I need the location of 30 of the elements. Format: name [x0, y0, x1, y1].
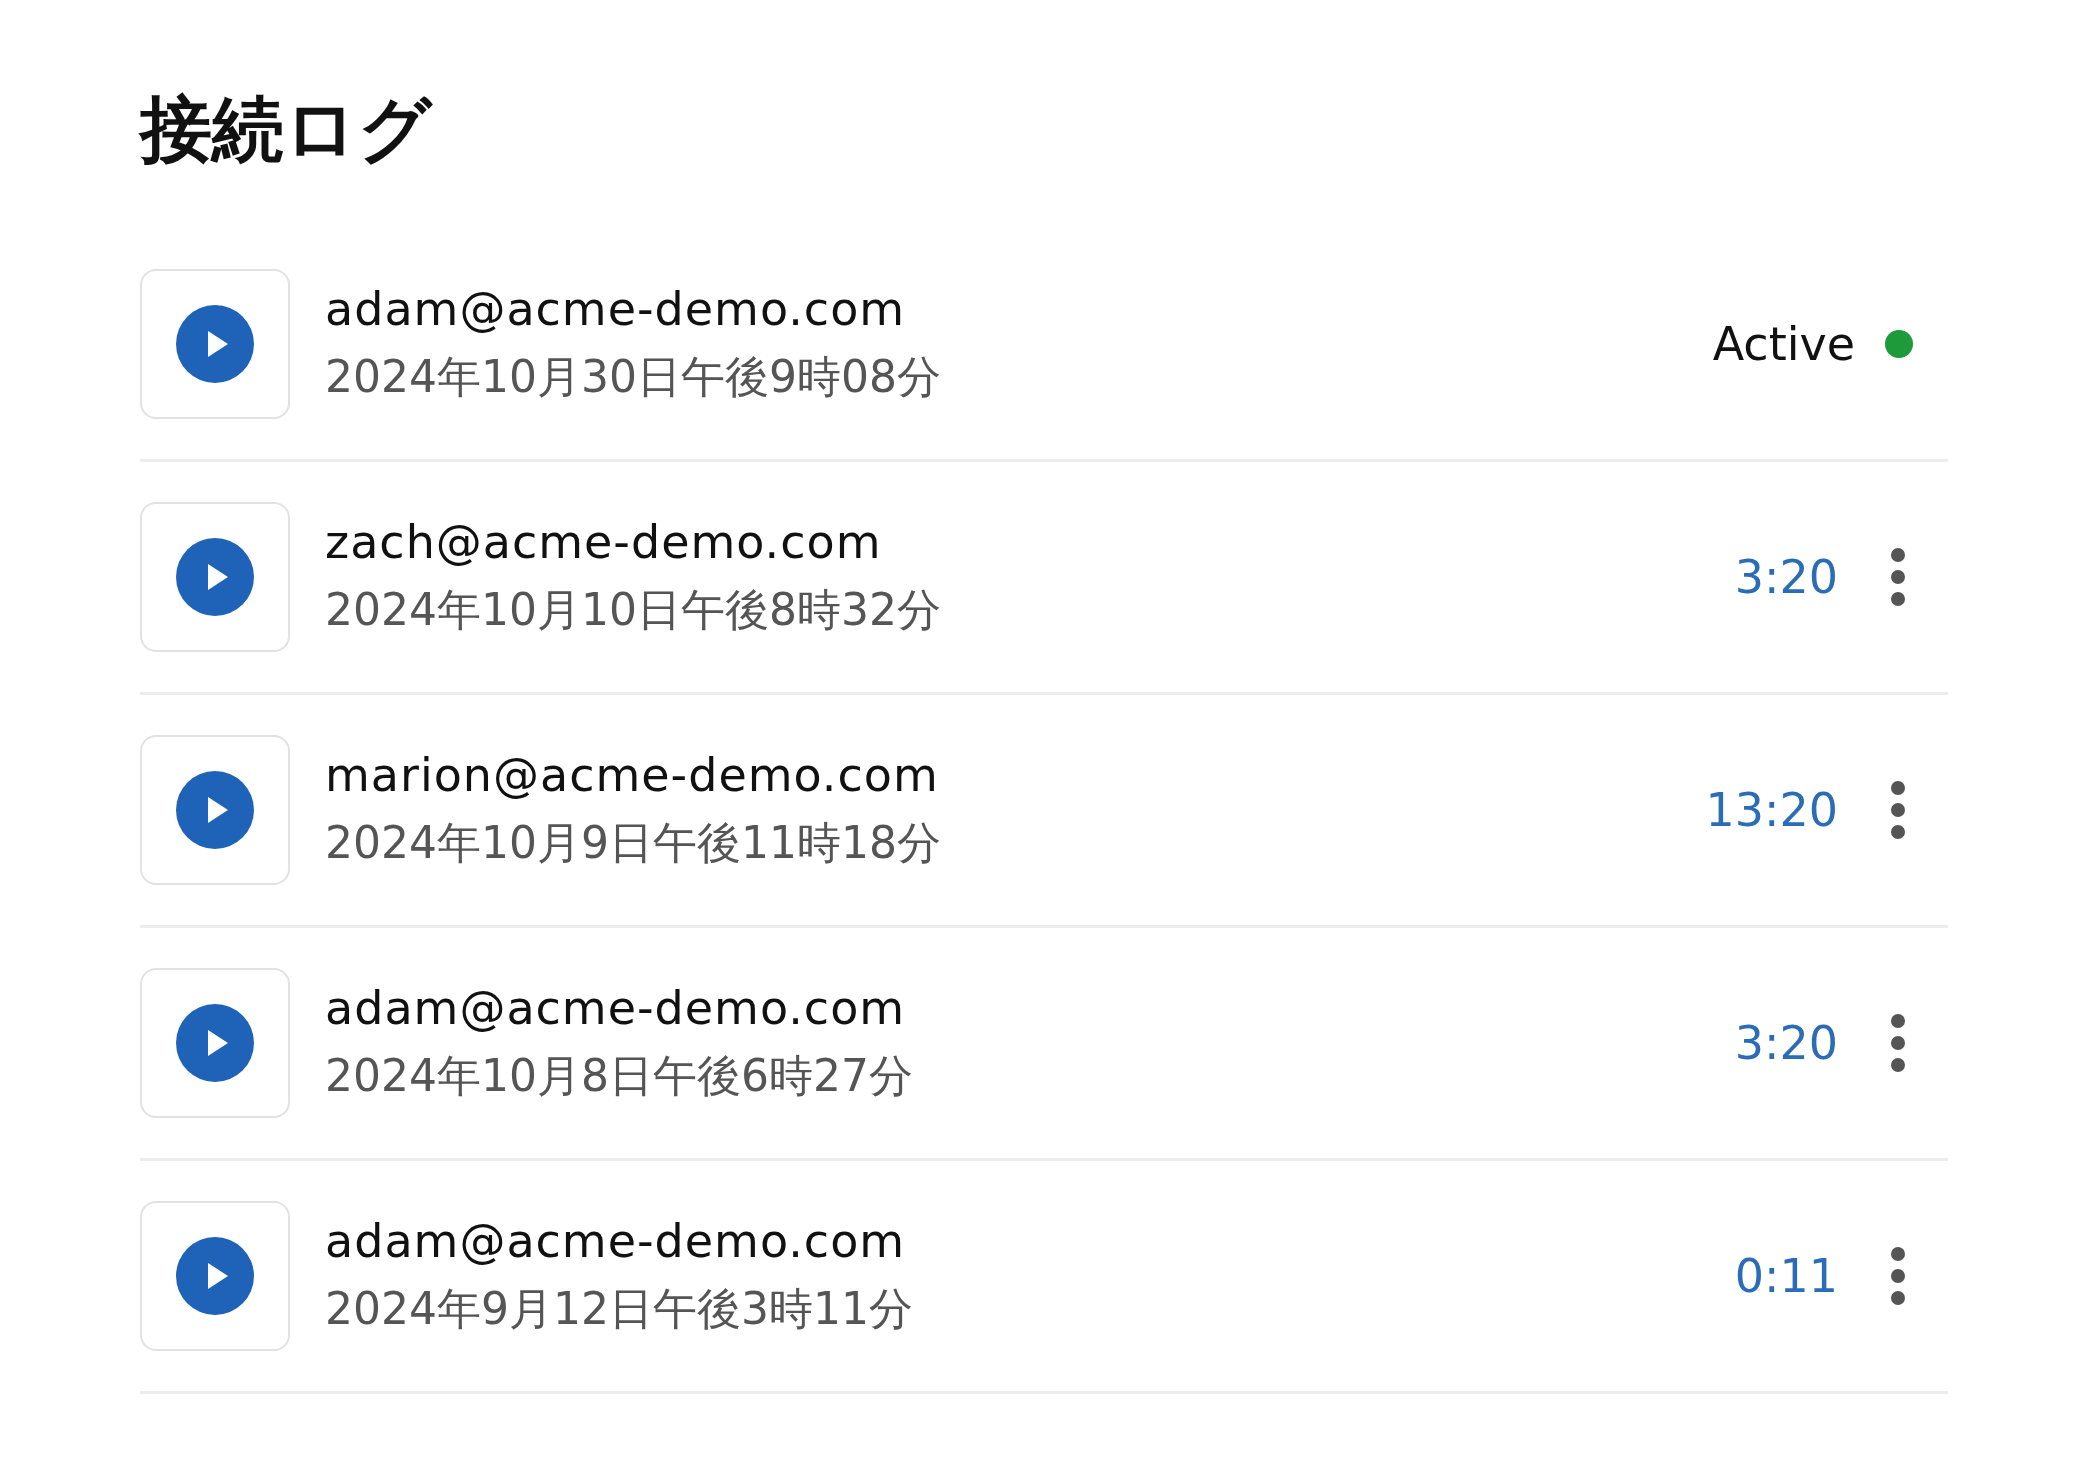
user-email: marion@acme-demo.com — [325, 747, 940, 802]
more-options-icon[interactable] — [1888, 780, 1908, 841]
session-duration: 3:20 — [1734, 550, 1838, 605]
user-email: zach@acme-demo.com — [325, 514, 883, 569]
more-options-icon[interactable] — [1888, 1246, 1908, 1307]
more-options-icon[interactable] — [1888, 547, 1908, 608]
session-time: 2024年10月10日午後8時32分 — [325, 582, 942, 637]
session-time: 2024年10月30日午後9時08分 — [325, 349, 942, 404]
play-icon — [175, 537, 255, 618]
user-email: adam@acme-demo.com — [325, 281, 907, 336]
page-title: 接続ログ — [140, 90, 434, 170]
user-email: adam@acme-demo.com — [325, 980, 907, 1035]
session-duration: 13:20 — [1705, 783, 1838, 838]
session-time: 2024年10月9日午後11時18分 — [325, 815, 942, 870]
play-button[interactable] — [140, 1201, 290, 1352]
play-button[interactable] — [140, 269, 290, 420]
play-button[interactable] — [140, 968, 290, 1119]
user-email: adam@acme-demo.com — [325, 1213, 907, 1268]
play-icon — [175, 304, 255, 385]
play-button[interactable] — [140, 502, 290, 653]
more-options-icon[interactable] — [1888, 1013, 1908, 1074]
session-time: 2024年10月8日午後6時27分 — [325, 1048, 914, 1103]
session-time: 2024年9月12日午後3時11分 — [325, 1281, 914, 1336]
play-icon — [175, 770, 255, 851]
play-icon — [175, 1236, 255, 1317]
session-duration: 3:20 — [1734, 1016, 1838, 1071]
play-icon — [175, 1003, 255, 1084]
play-button[interactable] — [140, 735, 290, 886]
session-duration: 0:11 — [1734, 1249, 1838, 1304]
status-label: Active — [1712, 317, 1855, 372]
